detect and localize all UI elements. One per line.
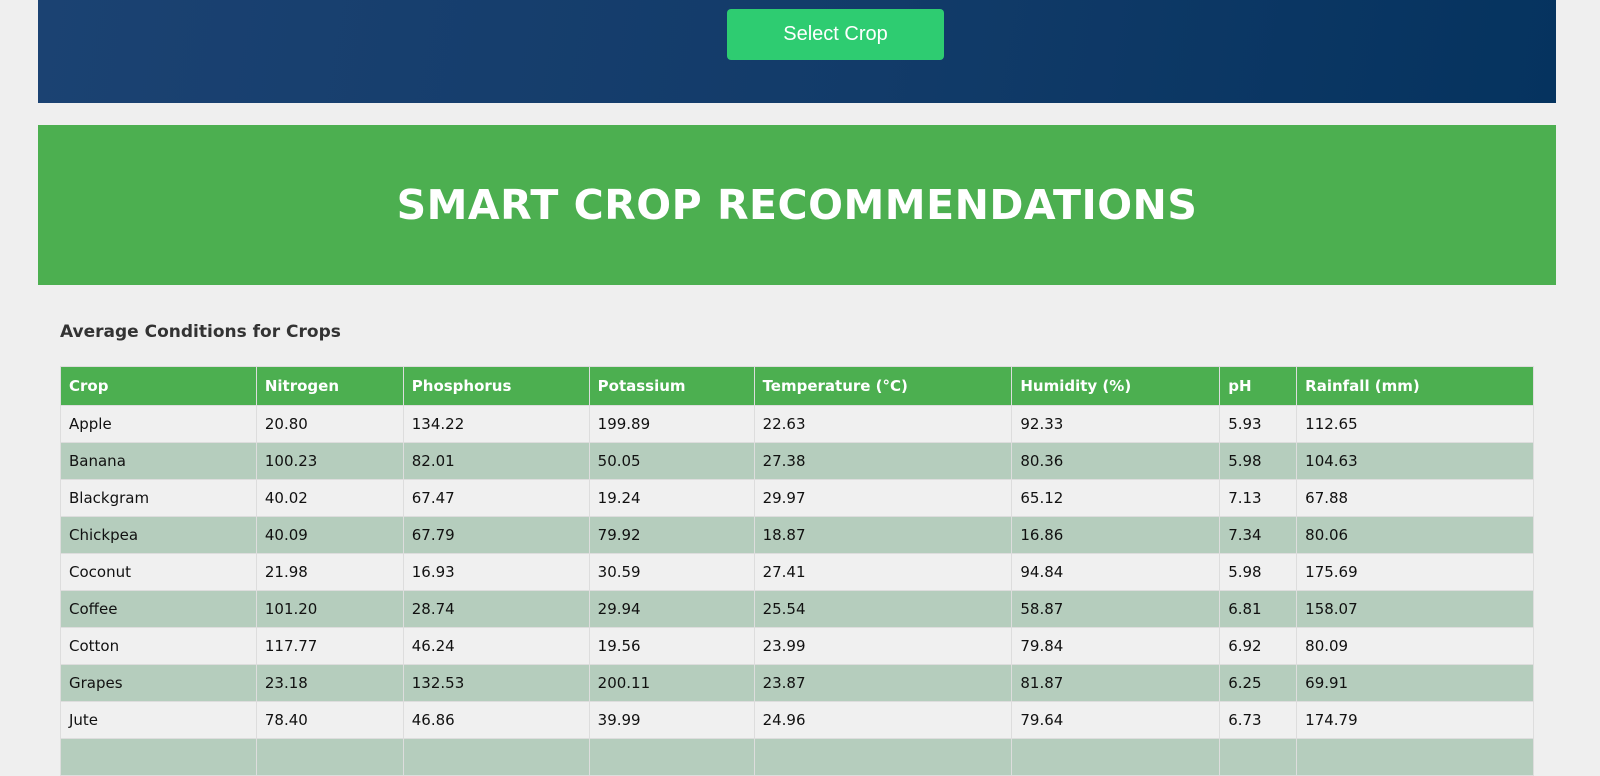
cell-ph: 7.13 <box>1219 479 1298 517</box>
cell-phosphorus: 28.74 <box>402 590 590 628</box>
page-title: SMART CROP RECOMMENDATIONS <box>396 181 1198 229</box>
cell-potassium: 29.94 <box>588 590 755 628</box>
cell-phosphorus: 82.01 <box>402 442 590 480</box>
cell-temperature: 25.54 <box>753 590 1013 628</box>
cell-ph: 6.92 <box>1219 627 1298 665</box>
cell-temperature: 24.96 <box>753 701 1013 739</box>
cell-humidity: 58.87 <box>1011 590 1221 628</box>
cell-crop: Coconut <box>60 553 257 591</box>
cell-nitrogen: 40.02 <box>255 479 404 517</box>
table-row: Banana 100.23 82.01 50.05 27.38 80.36 5.… <box>60 442 1534 480</box>
column-header-crop: Crop <box>60 366 257 406</box>
section-title: Average Conditions for Crops <box>60 322 341 342</box>
cell-potassium: 30.59 <box>588 553 755 591</box>
cell-temperature: 29.97 <box>753 479 1013 517</box>
column-header-potassium: Potassium <box>588 366 755 406</box>
cell-temperature: 18.87 <box>753 516 1013 554</box>
cell-ph: 7.34 <box>1219 516 1298 554</box>
table-row: Blackgram 40.02 67.47 19.24 29.97 65.12 … <box>60 479 1534 517</box>
select-crop-button[interactable]: Select Crop <box>727 9 944 60</box>
cell-potassium: 39.99 <box>588 701 755 739</box>
cell-potassium: 199.89 <box>588 405 755 443</box>
table-row: Jute 78.40 46.86 39.99 24.96 79.64 6.73 … <box>60 701 1534 739</box>
cell-nitrogen: 20.80 <box>255 405 404 443</box>
cell-rainfall: 112.65 <box>1296 405 1534 443</box>
cell-nitrogen: 78.40 <box>255 701 404 739</box>
cell-nitrogen: 101.20 <box>255 590 404 628</box>
cell-ph: 6.73 <box>1219 701 1298 739</box>
cell-rainfall: 158.07 <box>1296 590 1534 628</box>
column-header-humidity: Humidity (%) <box>1011 366 1221 406</box>
cell-humidity: 92.33 <box>1011 405 1221 443</box>
cell-crop: Chickpea <box>60 516 257 554</box>
cell-phosphorus: 132.53 <box>402 664 590 702</box>
column-header-temperature: Temperature (°C) <box>753 366 1013 406</box>
cell-rainfall: 104.63 <box>1296 442 1534 480</box>
cell-phosphorus: 67.47 <box>402 479 590 517</box>
cell-ph: 5.98 <box>1219 442 1298 480</box>
cell-crop: Cotton <box>60 627 257 665</box>
column-header-ph: pH <box>1219 366 1298 406</box>
top-banner: Select Crop <box>38 0 1556 103</box>
cell-crop: Coffee <box>60 590 257 628</box>
table-header-row: Crop Nitrogen Phosphorus Potassium Tempe… <box>60 366 1534 406</box>
cell-temperature: 23.99 <box>753 627 1013 665</box>
column-header-phosphorus: Phosphorus <box>402 366 590 406</box>
cell-humidity: 81.87 <box>1011 664 1221 702</box>
cell-potassium: 79.92 <box>588 516 755 554</box>
cell-rainfall: 80.06 <box>1296 516 1534 554</box>
table-row-partial <box>60 738 1534 776</box>
cell-crop: Jute <box>60 701 257 739</box>
cell-potassium: 50.05 <box>588 442 755 480</box>
cell-nitrogen: 40.09 <box>255 516 404 554</box>
cell-crop: Apple <box>60 405 257 443</box>
cell-phosphorus: 16.93 <box>402 553 590 591</box>
cell-ph: 5.98 <box>1219 553 1298 591</box>
cell-humidity: 79.64 <box>1011 701 1221 739</box>
cell-temperature: 22.63 <box>753 405 1013 443</box>
table-body: Apple 20.80 134.22 199.89 22.63 92.33 5.… <box>60 405 1534 776</box>
cell-humidity: 94.84 <box>1011 553 1221 591</box>
cell-potassium: 19.56 <box>588 627 755 665</box>
cell-temperature: 23.87 <box>753 664 1013 702</box>
cell-nitrogen: 21.98 <box>255 553 404 591</box>
cell-phosphorus: 46.86 <box>402 701 590 739</box>
cell-humidity: 79.84 <box>1011 627 1221 665</box>
cell-potassium: 200.11 <box>588 664 755 702</box>
cell-rainfall: 67.88 <box>1296 479 1534 517</box>
cell-rainfall: 69.91 <box>1296 664 1534 702</box>
cell-humidity: 80.36 <box>1011 442 1221 480</box>
cell-phosphorus: 134.22 <box>402 405 590 443</box>
cell-temperature: 27.41 <box>753 553 1013 591</box>
cell-humidity: 16.86 <box>1011 516 1221 554</box>
table-row: Coffee 101.20 28.74 29.94 25.54 58.87 6.… <box>60 590 1534 628</box>
table-row: Cotton 117.77 46.24 19.56 23.99 79.84 6.… <box>60 627 1534 665</box>
cell-humidity: 65.12 <box>1011 479 1221 517</box>
table-row: Coconut 21.98 16.93 30.59 27.41 94.84 5.… <box>60 553 1534 591</box>
crop-conditions-table: Crop Nitrogen Phosphorus Potassium Tempe… <box>60 366 1534 776</box>
cell-phosphorus: 67.79 <box>402 516 590 554</box>
cell-nitrogen: 117.77 <box>255 627 404 665</box>
cell-rainfall: 175.69 <box>1296 553 1534 591</box>
cell-temperature: 27.38 <box>753 442 1013 480</box>
cell-crop: Blackgram <box>60 479 257 517</box>
cell-nitrogen: 23.18 <box>255 664 404 702</box>
column-header-rainfall: Rainfall (mm) <box>1296 366 1534 406</box>
cell-ph: 6.81 <box>1219 590 1298 628</box>
cell-rainfall: 174.79 <box>1296 701 1534 739</box>
column-header-nitrogen: Nitrogen <box>255 366 404 406</box>
cell-rainfall: 80.09 <box>1296 627 1534 665</box>
hero-banner: SMART CROP RECOMMENDATIONS <box>38 125 1556 285</box>
cell-ph: 5.93 <box>1219 405 1298 443</box>
table-row: Chickpea 40.09 67.79 79.92 18.87 16.86 7… <box>60 516 1534 554</box>
cell-phosphorus: 46.24 <box>402 627 590 665</box>
cell-crop: Grapes <box>60 664 257 702</box>
cell-crop: Banana <box>60 442 257 480</box>
table-row: Grapes 23.18 132.53 200.11 23.87 81.87 6… <box>60 664 1534 702</box>
cell-potassium: 19.24 <box>588 479 755 517</box>
cell-nitrogen: 100.23 <box>255 442 404 480</box>
table-row: Apple 20.80 134.22 199.89 22.63 92.33 5.… <box>60 405 1534 443</box>
cell-ph: 6.25 <box>1219 664 1298 702</box>
